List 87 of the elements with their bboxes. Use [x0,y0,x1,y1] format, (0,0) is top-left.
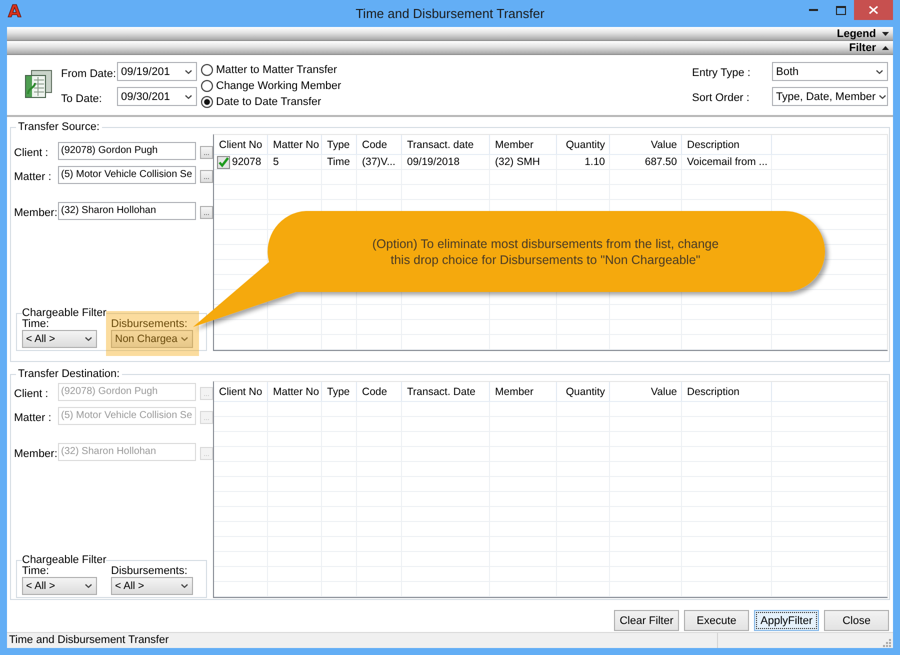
table-cell: Time [327,156,350,168]
radio-label[interactable]: Date to Date Transfer [216,96,322,108]
field-label: Entry Type : [692,67,752,80]
group-title: Chargeable Filter [22,555,106,566]
field-label: Member: [14,207,58,220]
field-label: Sort Order : [692,92,750,105]
column-header[interactable]: Quantity [557,135,610,154]
column-header[interactable]: Description [682,382,772,401]
date-dropdown[interactable]: 09/19/201 [117,62,197,81]
table-cell: 09/19/2018 [407,156,460,168]
column-header[interactable]: Member [490,135,557,154]
dropdown[interactable]: < All > [111,577,193,595]
panel-toggle-bar[interactable]: Filter [7,41,893,55]
chevron-down-icon [876,70,883,74]
field-label: Disbursements: [111,566,188,577]
table-cell: 92078 [232,156,262,168]
column-header[interactable]: Code [357,135,402,154]
close-icon [869,6,878,14]
minimize-icon [809,9,818,11]
radio-label[interactable]: Change Working Member [216,80,342,92]
dropdown[interactable]: Type, Date, Member [772,87,888,106]
table-cell: 687.50 [644,156,677,168]
status-text: Time and Disbursement Transfer [9,634,170,647]
radio-button[interactable] [201,80,213,92]
chevron-down-icon [85,584,92,588]
matter-field[interactable]: (5) Motor Vehicle Collision Se [58,166,196,184]
close-button[interactable]: Close [824,610,889,631]
app-logo: A [8,3,22,21]
spreadsheet-icon [25,70,52,98]
member-field[interactable]: (32) Sharon Hollohan [58,202,196,220]
apply-filter-button[interactable]: ApplyFilter [754,610,819,631]
chevron-down-icon [181,337,188,341]
table-cell: 5 [273,156,279,168]
group-title: Transfer Source: [17,121,101,134]
table-cell: Voicemail from ... [687,156,768,168]
column-header[interactable]: Client No [214,382,268,401]
group-title: Transfer Destination: [17,368,121,381]
radio-button[interactable] [201,96,213,108]
column-header[interactable]: Type [322,382,357,401]
dropdown[interactable]: Both [772,62,888,81]
chevron-down-icon [878,94,886,98]
close-button[interactable] [854,0,893,20]
field-label: Client : [14,388,50,401]
panel-toggle-bar[interactable]: Legend [7,27,893,41]
field-label: Client : [14,147,50,160]
column-header[interactable]: Value [610,135,682,154]
column-header[interactable]: Quantity [557,382,610,401]
dropdown[interactable]: < All > [22,577,97,595]
chevron-down-icon [185,70,192,74]
dropdown[interactable]: < All > [22,330,97,348]
column-header[interactable]: Matter No [268,382,322,401]
window-title: Time and Disbursement Transfer [356,5,544,23]
field-label: Disbursements: [111,319,188,330]
resize-grip-icon[interactable] [883,638,891,646]
column-header[interactable]: Member [490,382,557,401]
radio-button[interactable] [201,64,213,76]
column-header[interactable]: Type [322,135,357,154]
column-header[interactable]: Description [682,135,772,154]
table-cell: (37)V... [362,156,396,168]
column-header[interactable]: Matter No [268,135,322,154]
column-header[interactable]: Value [610,382,682,401]
column-header[interactable]: Client No [214,135,268,154]
field-label: To Date: [61,93,103,106]
group-title: Chargeable Filter [22,308,106,319]
execute-button[interactable]: Execute [684,610,749,631]
date-dropdown[interactable]: 09/30/201 [117,87,197,106]
clear-filter-button[interactable]: Clear Filter [614,610,679,631]
chevron-down-icon [185,94,192,98]
field-label: Member: [14,448,58,461]
callout-text: (Option) To eliminate most disbursements from the list, change this drop choice for Disbursements to "Non Chargeable" [372,236,719,268]
client-field[interactable]: (92078) Gordon Pugh [58,142,196,160]
checkbox[interactable] [217,156,230,168]
column-header[interactable]: Transact. date [402,135,490,154]
table-cell: (32) SMH [495,156,540,168]
maximize-icon [836,6,846,14]
table-cell: 1.10 [584,156,605,168]
chevron-down-icon [181,584,188,588]
dropdown[interactable]: Non Chargea [111,330,193,348]
field-label: Matter : [14,412,52,425]
field-label: Time: [22,566,50,577]
column-header[interactable]: Code [357,382,402,401]
field-label: Time: [22,319,50,330]
chevron-down-icon [85,337,92,341]
radio-label[interactable]: Matter to Matter Transfer [216,64,338,76]
column-header[interactable]: Transact. Date [402,382,490,401]
field-label: Matter : [14,171,52,184]
field-label: From Date: [61,68,117,81]
